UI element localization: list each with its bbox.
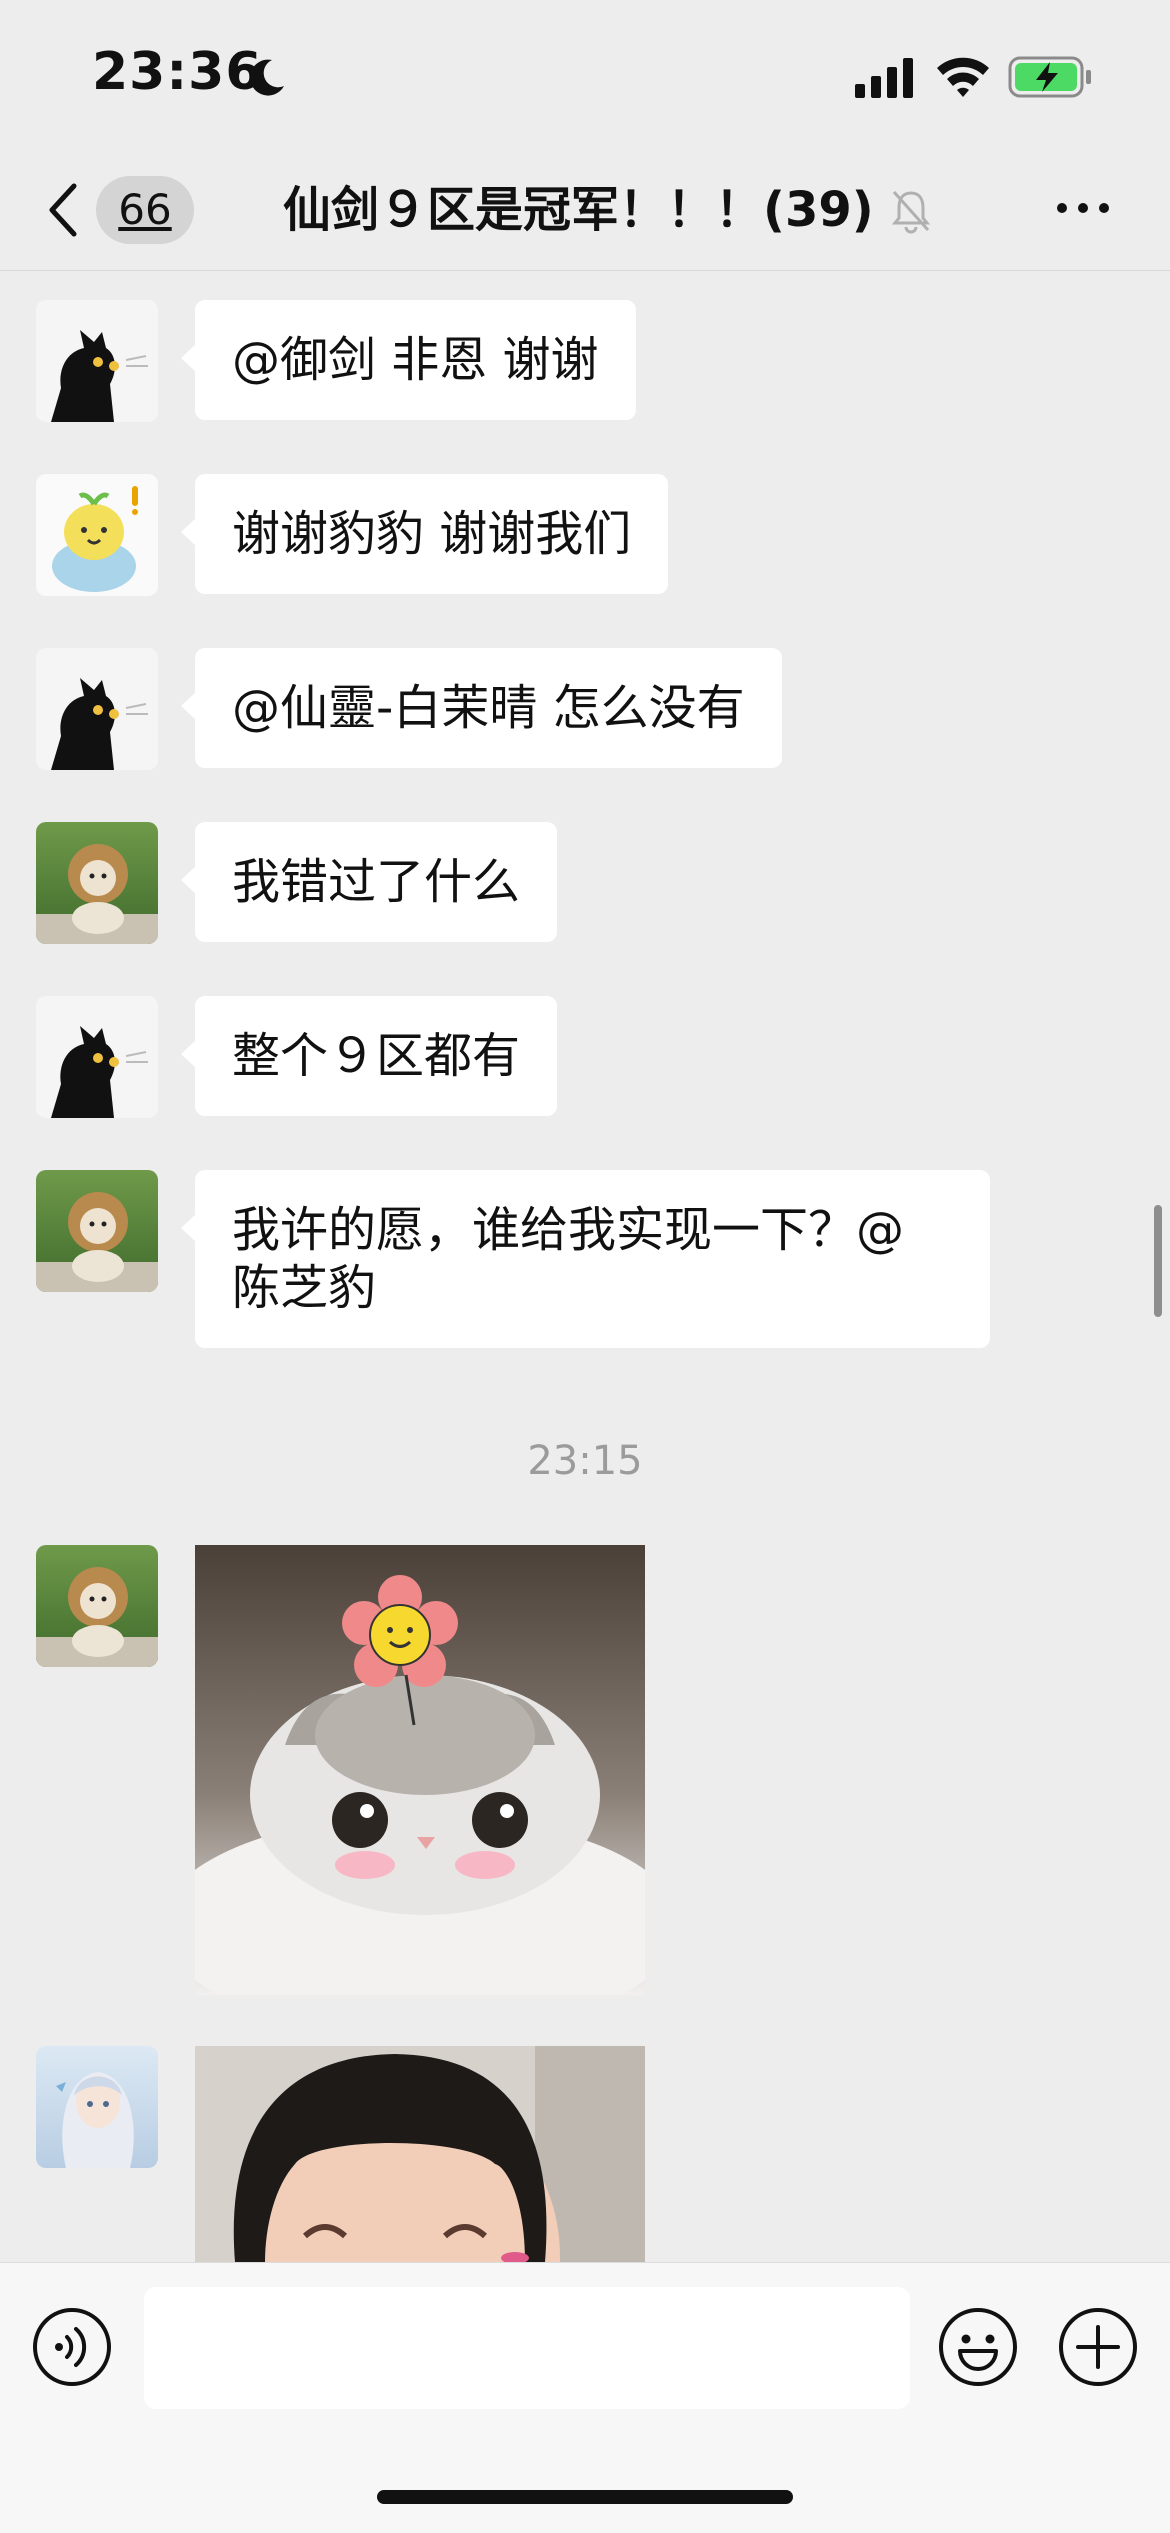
black-cat-avatar[interactable] xyxy=(36,996,158,1118)
message-bubble[interactable]: @御剑 非恩 谢谢 xyxy=(181,300,636,420)
more-icon[interactable] xyxy=(1054,198,1112,218)
signal-icon xyxy=(855,58,913,98)
kitten-sticker-image[interactable] xyxy=(195,1545,645,1995)
child-photo-image[interactable] xyxy=(195,2046,645,2262)
black-cat-avatar[interactable] xyxy=(36,648,158,770)
message-bubble[interactable]: 整个９区都有 xyxy=(180,996,558,1116)
message-bubble[interactable]: 我许的愿，谁给我实现一下？@ 陈芝豹 xyxy=(181,1170,990,1348)
message-text-line: 我许的愿，谁给我实现一下？@ xyxy=(232,1202,905,1258)
lion-dog-avatar[interactable] xyxy=(36,822,158,944)
message-text: @仙靈-白茉晴 怎么没有 xyxy=(232,680,745,736)
message-input[interactable] xyxy=(144,2287,910,2409)
unread-count-badge[interactable]: 66 xyxy=(96,176,194,244)
wifi-icon xyxy=(937,57,989,97)
message-bubble[interactable]: @仙靈-白茉晴 怎么没有 xyxy=(181,648,782,768)
message-text: 整个９区都有 xyxy=(232,1028,521,1084)
battery-charging-icon xyxy=(1008,56,1091,98)
message-timestamp: 23:15 xyxy=(527,1438,643,1484)
status-time: 23:36 xyxy=(92,42,263,102)
plus-icon[interactable] xyxy=(1058,2307,1138,2387)
moon-icon xyxy=(250,59,284,96)
message-text: @御剑 非恩 谢谢 xyxy=(232,332,599,388)
message-bubble[interactable]: 我错过了什么 xyxy=(180,822,558,942)
emoji-icon[interactable] xyxy=(938,2307,1018,2387)
message-text: 我错过了什么 xyxy=(232,854,521,910)
chat-header: 66 仙剑９区是冠军！！！(39) xyxy=(0,150,1170,271)
message-bubble[interactable]: 谢谢豹豹 谢谢我们 xyxy=(180,474,669,594)
message-text-line: 陈芝豹 xyxy=(232,1260,377,1316)
anime-girl-avatar[interactable] xyxy=(36,2046,158,2168)
cartoon-chick-avatar[interactable] xyxy=(36,474,158,596)
bell-muted-icon xyxy=(891,190,931,234)
scrollbar[interactable] xyxy=(1154,1205,1162,1317)
chevron-left-icon[interactable] xyxy=(44,180,80,240)
status-bar: 23:36 xyxy=(0,0,1170,150)
lion-dog-avatar[interactable] xyxy=(36,1170,158,1292)
message-text: 谢谢豹豹 谢谢我们 xyxy=(232,506,632,562)
voice-icon[interactable] xyxy=(32,2307,112,2387)
lion-dog-avatar[interactable] xyxy=(36,1545,158,1667)
home-indicator[interactable] xyxy=(377,2490,793,2504)
black-cat-avatar[interactable] xyxy=(36,300,158,422)
chat-title: 仙剑９区是冠军！！！(39) xyxy=(283,182,874,238)
